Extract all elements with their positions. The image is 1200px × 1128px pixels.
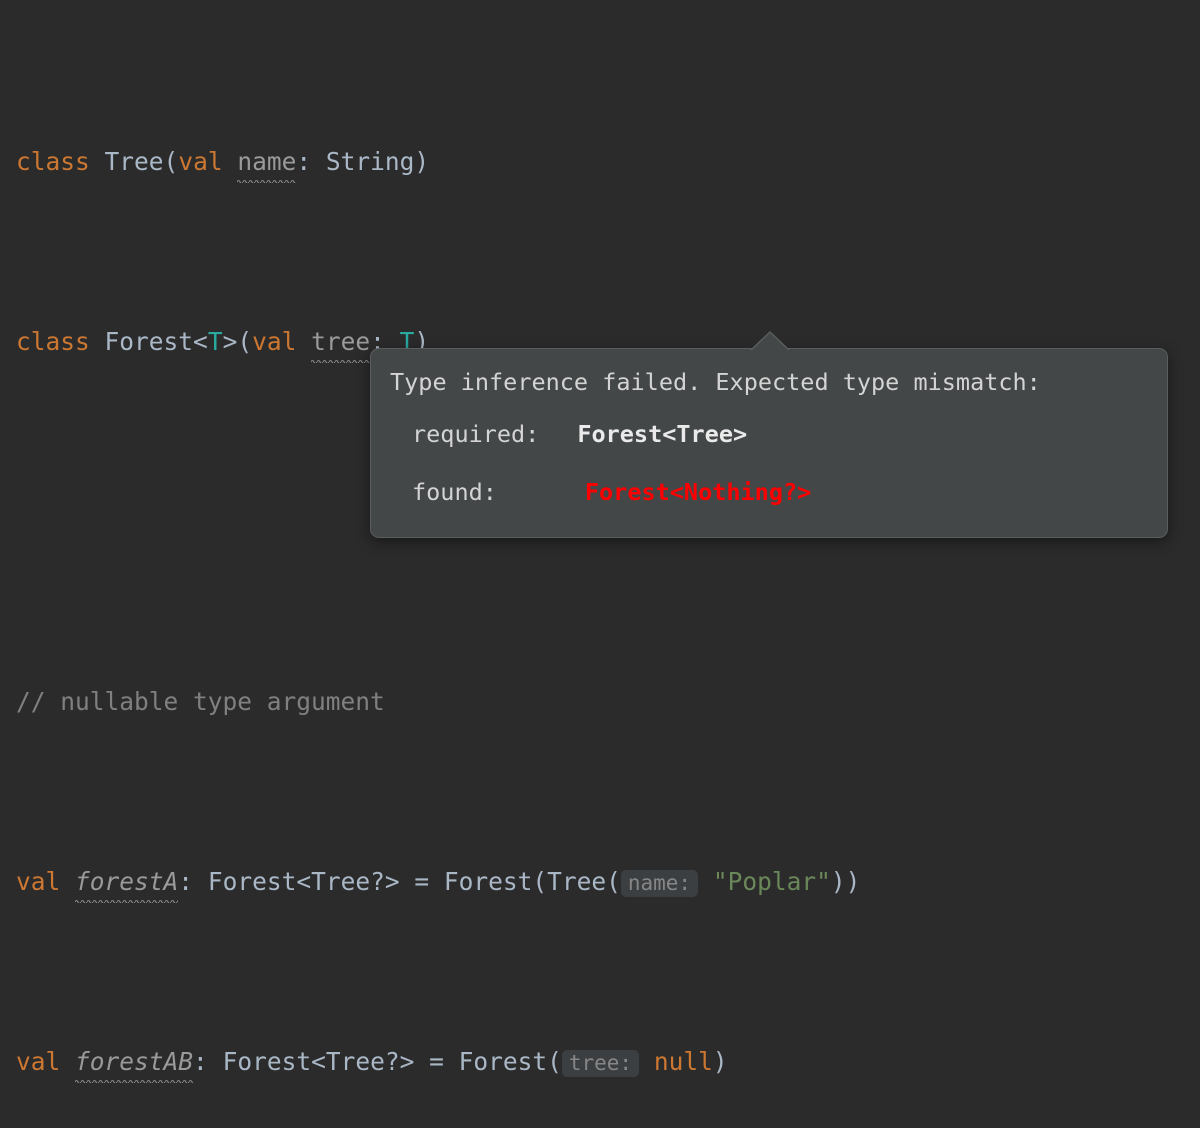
code-editor-canvas[interactable]: class Tree(val name: String) class Fores…: [0, 0, 1200, 1077]
generic-param-t: T: [207, 327, 223, 356]
param-decl-tree[interactable]: tree: [311, 324, 370, 360]
keyword-val: val: [16, 867, 61, 896]
keyword-class: class: [16, 327, 90, 356]
variable-decl-foresta[interactable]: forestA: [75, 864, 178, 900]
tooltip-arrow-icon: [752, 333, 788, 350]
string-poplar: "Poplar": [712, 867, 831, 896]
paren-close-pair: )): [830, 867, 861, 896]
keyword-val: val: [16, 1047, 61, 1076]
tooltip-row-found: found: Forest<Nothing?>: [412, 478, 811, 506]
colon: :: [193, 1047, 223, 1076]
keyword-val: val: [178, 147, 223, 176]
code-line-1[interactable]: class Tree(val name: String): [16, 144, 860, 180]
type-string: String: [325, 147, 415, 176]
keyword-val: val: [252, 327, 297, 356]
tooltip-found-value: Forest<Nothing?>: [584, 478, 812, 506]
paren-close: ): [414, 147, 430, 176]
paren-close: ): [712, 1047, 728, 1076]
code-line-6[interactable]: val forestAB: Forest<Tree?> = Forest(tre…: [16, 1044, 860, 1080]
param-decl-name[interactable]: name: [237, 144, 296, 180]
tooltip-required-value: Forest<Tree>: [577, 420, 748, 448]
tooltip-required-label: required:: [412, 420, 540, 448]
param-hint-tree[interactable]: tree:: [561, 1050, 640, 1077]
variable-decl-forestab[interactable]: forestAB: [75, 1044, 193, 1080]
colon: :: [296, 147, 326, 176]
colon: :: [178, 867, 208, 896]
type-expr-foresta: Forest<Tree?> = Forest(Tree(: [207, 867, 621, 896]
comment-nullable-type-argument: // nullable type argument: [16, 687, 385, 716]
error-tooltip-popup[interactable]: Type inference failed. Expected type mis…: [370, 348, 1168, 538]
type-tree: Tree: [104, 147, 164, 176]
paren-open: (: [163, 147, 179, 176]
tooltip-row-required: required: Forest<Tree>: [412, 420, 747, 448]
angle-close-paren: >(: [222, 327, 253, 356]
angle-open: <: [193, 327, 208, 356]
param-hint-name[interactable]: name:: [620, 870, 699, 897]
keyword-class: class: [16, 147, 90, 176]
tooltip-title: Type inference failed. Expected type mis…: [390, 368, 1041, 396]
code-line-5[interactable]: val forestA: Forest<Tree?> = Forest(Tree…: [16, 864, 860, 900]
code-line-4[interactable]: // nullable type argument: [16, 684, 860, 720]
source-code-block[interactable]: class Tree(val name: String) class Fores…: [16, 0, 860, 1128]
type-expr-forestab: Forest<Tree?> = Forest(: [222, 1047, 562, 1076]
type-forest: Forest: [104, 327, 194, 356]
keyword-null: null: [653, 1047, 713, 1076]
tooltip-found-label: found:: [412, 478, 497, 506]
